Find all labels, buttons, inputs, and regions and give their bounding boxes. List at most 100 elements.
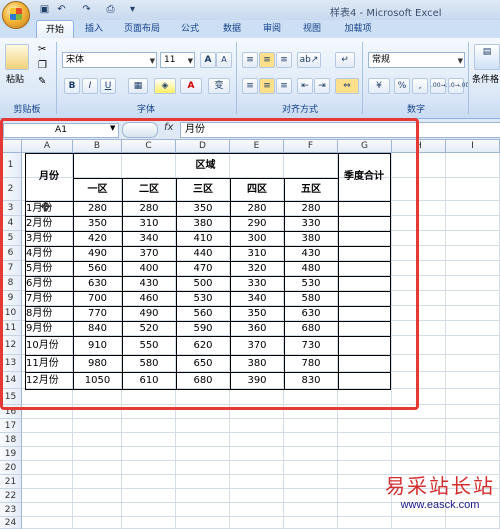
value-cell[interactable]: 280 <box>122 201 176 216</box>
value-cell[interactable]: 700 <box>73 291 122 306</box>
font-color-button[interactable]: A <box>180 78 202 94</box>
value-cell[interactable]: 310 <box>122 216 176 231</box>
value-cell[interactable]: 300 <box>230 231 284 246</box>
value-cell[interactable]: 650 <box>176 355 230 372</box>
percent-button[interactable]: % <box>394 78 410 94</box>
formula-input[interactable]: 月份 <box>180 122 500 138</box>
value-cell[interactable]: 350 <box>176 201 230 216</box>
currency-icon[interactable]: ¥ <box>368 78 390 94</box>
value-cell[interactable]: 550 <box>122 336 176 355</box>
value-cell[interactable]: 430 <box>122 276 176 291</box>
value-cell[interactable]: 910 <box>73 336 122 355</box>
month-cell[interactable]: 6月份 <box>26 276 73 291</box>
row-header-22[interactable]: 22 <box>0 489 22 503</box>
align-top-icon[interactable]: ≡ <box>242 52 258 68</box>
month-cell[interactable]: 11月份 <box>26 355 73 372</box>
column-header-c[interactable]: C <box>122 140 176 153</box>
value-cell[interactable]: 280 <box>284 201 338 216</box>
row-header-1[interactable]: 1 <box>0 153 22 178</box>
value-cell[interactable]: 560 <box>73 261 122 276</box>
month-header-cell[interactable]: 月份 <box>25 153 73 201</box>
row-header-13[interactable]: 13 <box>0 355 22 372</box>
region-col-header[interactable]: 三区 <box>176 178 230 201</box>
formula-bar-expander[interactable] <box>122 122 158 138</box>
column-header-a[interactable]: A <box>22 140 73 153</box>
value-cell[interactable]: 330 <box>284 216 338 231</box>
value-cell[interactable]: 390 <box>230 372 284 389</box>
row-header-17[interactable]: 17 <box>0 419 22 433</box>
conditional-format-button[interactable]: 条件格 <box>472 72 499 85</box>
month-cell[interactable]: 8月份 <box>26 306 73 321</box>
office-button[interactable] <box>2 1 30 29</box>
tab-addins[interactable]: 加载项 <box>336 20 380 38</box>
value-cell[interactable]: 590 <box>176 321 230 336</box>
merge-center-icon[interactable]: ⇔ <box>335 78 359 94</box>
value-cell[interactable]: 520 <box>122 321 176 336</box>
cut-icon[interactable]: ✂ <box>38 44 46 55</box>
decrease-decimal-icon[interactable]: .0→.00 <box>448 78 469 94</box>
value-cell[interactable]: 380 <box>176 216 230 231</box>
value-cell[interactable]: 410 <box>176 231 230 246</box>
comma-button[interactable]: , <box>412 78 428 94</box>
redo-icon[interactable]: ↷ <box>80 3 93 16</box>
value-cell[interactable]: 490 <box>122 306 176 321</box>
value-cell[interactable]: 560 <box>176 306 230 321</box>
row-header-3[interactable]: 3 <box>0 201 22 216</box>
row-header-19[interactable]: 19 <box>0 447 22 461</box>
month-cell[interactable]: 4月份 <box>26 246 73 261</box>
row-header-15[interactable]: 15 <box>0 389 22 405</box>
month-cell[interactable]: 12月份 <box>26 372 73 389</box>
row-header-10[interactable]: 10 <box>0 306 22 321</box>
month-cell[interactable]: 9月份 <box>26 321 73 336</box>
align-right-icon[interactable]: ≡ <box>276 78 292 94</box>
value-cell[interactable]: 980 <box>73 355 122 372</box>
row-header-9[interactable]: 9 <box>0 291 22 306</box>
underline-button[interactable]: U <box>100 78 116 94</box>
column-header-d[interactable]: D <box>176 140 230 153</box>
region-col-header[interactable]: 四区 <box>230 178 284 201</box>
row-header-6[interactable]: 6 <box>0 246 22 261</box>
chevron-down-icon[interactable]: ▼ <box>110 124 115 132</box>
row-header-20[interactable]: 20 <box>0 461 22 475</box>
phonetic-button[interactable]: 变 <box>208 78 230 94</box>
value-cell[interactable]: 840 <box>73 321 122 336</box>
tab-view[interactable]: 视图 <box>294 20 330 38</box>
value-cell[interactable]: 280 <box>230 201 284 216</box>
value-cell[interactable]: 430 <box>284 246 338 261</box>
value-cell[interactable]: 340 <box>122 231 176 246</box>
tab-formulas[interactable]: 公式 <box>172 20 208 38</box>
value-cell[interactable]: 1050 <box>73 372 122 389</box>
paste-icon[interactable] <box>5 44 29 70</box>
number-format-select[interactable]: 常规 ▼ <box>368 52 465 68</box>
row-header-18[interactable]: 18 <box>0 433 22 447</box>
border-button[interactable]: ▦ <box>128 78 148 94</box>
print-preview-icon[interactable]: ⎙ <box>104 3 117 16</box>
quarter-total-cell[interactable] <box>338 355 390 372</box>
value-cell[interactable]: 310 <box>230 246 284 261</box>
align-middle-icon[interactable]: ≡ <box>259 52 275 68</box>
row-header-11[interactable]: 11 <box>0 321 22 336</box>
row-header-16[interactable]: 16 <box>0 405 22 419</box>
value-cell[interactable]: 350 <box>230 306 284 321</box>
undo-icon[interactable]: ↶ <box>55 3 68 16</box>
quarter-total-cell[interactable] <box>338 372 390 389</box>
value-cell[interactable]: 380 <box>284 231 338 246</box>
tab-review[interactable]: 审阅 <box>254 20 290 38</box>
font-size-select[interactable]: 11 ▼ <box>160 52 195 68</box>
orientation-icon[interactable]: ab↗ <box>297 52 321 68</box>
column-header-e[interactable]: E <box>230 140 284 153</box>
column-header-b[interactable]: B <box>73 140 122 153</box>
month-cell[interactable]: 7月份 <box>26 291 73 306</box>
wrap-text-icon[interactable]: ↵ <box>335 52 355 68</box>
quarter-total-cell[interactable] <box>338 246 390 261</box>
value-cell[interactable]: 610 <box>122 372 176 389</box>
quarter-total-cell[interactable] <box>338 291 390 306</box>
increase-indent-icon[interactable]: ⇥ <box>314 78 330 94</box>
customize-qat-icon[interactable]: ▾ <box>126 3 139 16</box>
value-cell[interactable]: 780 <box>284 355 338 372</box>
quarter-total-cell[interactable] <box>338 321 390 336</box>
month-cell[interactable]: 3月份 <box>26 231 73 246</box>
row-header-8[interactable]: 8 <box>0 276 22 291</box>
value-cell[interactable]: 440 <box>176 246 230 261</box>
quarter-total-header-cell[interactable]: 季度合计 <box>338 153 390 201</box>
